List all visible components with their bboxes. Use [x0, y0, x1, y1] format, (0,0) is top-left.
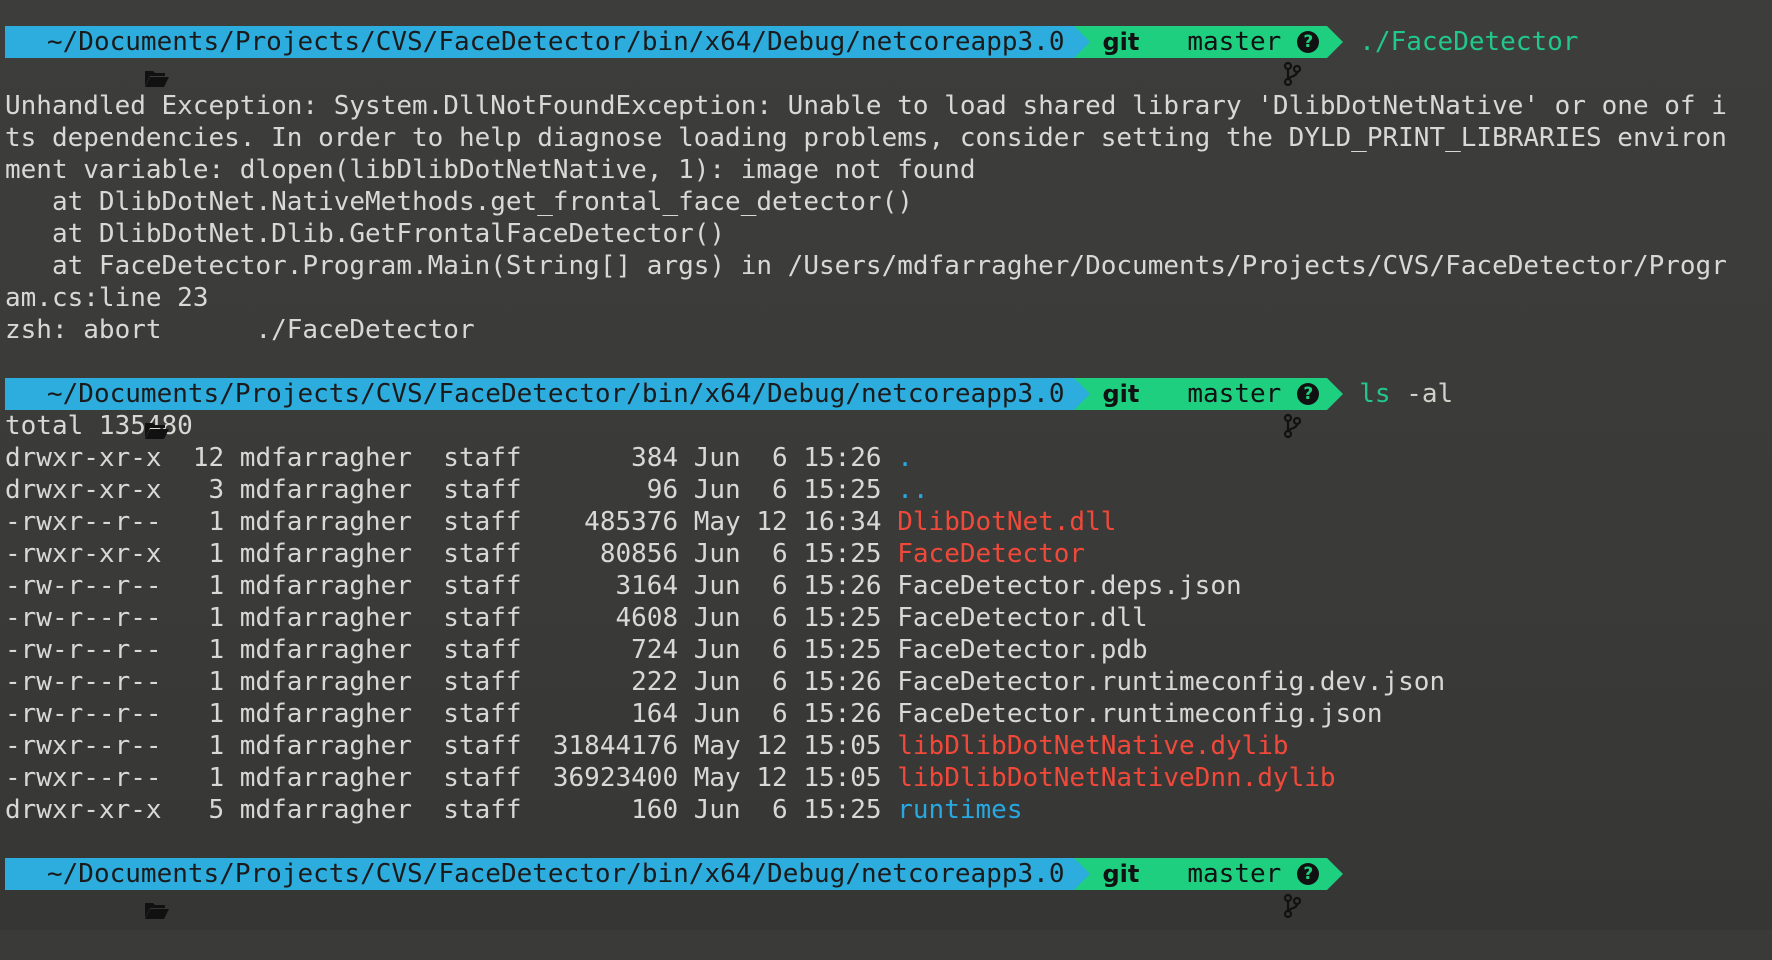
ls-row-filename: FaceDetector: [897, 539, 1086, 569]
error-line: ts dependencies. In order to help diagno…: [5, 123, 1727, 153]
ls-row: -rw-r--r-- 1 mdfarragher staff 4608 Jun …: [0, 602, 1772, 634]
git-status-icon: ?: [1297, 383, 1320, 405]
ls-row-meta: drwxr-xr-x 3 mdfarragher staff 96 Jun 6 …: [5, 475, 898, 505]
folder-open-icon: [19, 32, 170, 87]
git-label: git: [1102, 380, 1140, 408]
command-text: ./FaceDetector: [1359, 27, 1579, 57]
command-args: -al: [1391, 378, 1454, 410]
ls-row: -rwxr--r-- 1 mdfarragher staff 36923400 …: [0, 762, 1772, 794]
ls-row: -rw-r--r-- 1 mdfarragher staff 724 Jun 6…: [0, 634, 1772, 666]
ls-row-filename: libDlibDotNetNative.dylib: [897, 731, 1289, 761]
branch-name: master: [1187, 379, 1282, 409]
branch-icon: [1157, 861, 1301, 919]
ls-row-meta: -rw-r--r-- 1 mdfarragher staff 3164 Jun …: [5, 571, 898, 601]
prompt-path-segment: ~/Documents/Projects/CVS/FaceDetector/bi…: [5, 858, 1075, 919]
ls-row-meta: drwxr-xr-x 12 mdfarragher staff 384 Jun …: [5, 443, 898, 473]
error-line: at DlibDotNet.NativeMethods.get_frontal_…: [5, 187, 913, 217]
branch-icon: [1157, 29, 1301, 87]
command-name: ls: [1359, 379, 1391, 409]
segment-separator: [1074, 378, 1091, 410]
ls-row-filename: DlibDotNet.dll: [897, 507, 1117, 537]
ls-row-meta: -rw-r--r-- 1 mdfarragher staff 222 Jun 6…: [5, 667, 898, 697]
error-line: zsh: abort ./FaceDetector: [5, 315, 475, 345]
prompt-git-segment: git master ?: [1090, 858, 1328, 919]
ls-row: -rw-r--r-- 1 mdfarragher staff 3164 Jun …: [0, 570, 1772, 602]
error-line: at FaceDetector.Program.Main(String[] ar…: [5, 251, 1727, 281]
segment-separator: [1327, 26, 1344, 58]
command-args-text: -al: [1406, 379, 1454, 409]
ls-row-meta: drwxr-xr-x 5 mdfarragher staff 160 Jun 6…: [5, 795, 898, 825]
prompt-line: ~/Documents/Projects/CVS/FaceDetector/bi…: [0, 26, 1772, 87]
ls-listing: drwxr-xr-x 12 mdfarragher staff 384 Jun …: [0, 442, 1772, 826]
ls-row-meta: -rwxr--r-- 1 mdfarragher staff 36923400 …: [5, 763, 898, 793]
ls-row: drwxr-xr-x 12 mdfarragher staff 384 Jun …: [0, 442, 1772, 474]
ls-row: -rw-r--r-- 1 mdfarragher staff 164 Jun 6…: [0, 698, 1772, 730]
error-line: am.cs:line 23: [5, 283, 209, 313]
error-line: at DlibDotNet.Dlib.GetFrontalFaceDetecto…: [5, 219, 726, 249]
ls-row-filename: FaceDetector.runtimeconfig.json: [897, 699, 1383, 729]
ls-row-filename: .: [897, 443, 913, 473]
error-line: ment variable: dlopen(libDlibDotNetNativ…: [5, 155, 976, 185]
ls-row: drwxr-xr-x 5 mdfarragher staff 160 Jun 6…: [0, 794, 1772, 826]
git-status-icon: ?: [1297, 863, 1320, 885]
prompt-git-segment: git master ?: [1090, 26, 1328, 87]
branch-icon: [1157, 381, 1301, 439]
branch-name: master: [1187, 27, 1282, 57]
folder-open-icon: [19, 864, 170, 919]
segment-separator: [1327, 858, 1344, 890]
ls-row-filename: FaceDetector.deps.json: [897, 571, 1242, 601]
folder-open-icon: [19, 384, 170, 439]
ls-row-filename: FaceDetector.dll: [897, 603, 1148, 633]
ls-row-filename: libDlibDotNetNativeDnn.dylib: [897, 763, 1336, 793]
prompt-path: ~/Documents/Projects/CVS/FaceDetector/bi…: [47, 859, 1065, 889]
prompt-path: ~/Documents/Projects/CVS/FaceDetector/bi…: [47, 27, 1065, 57]
ls-row-meta: -rwxr--r-- 1 mdfarragher staff 485376 Ma…: [5, 507, 898, 537]
ls-row-meta: -rwxr-xr-x 1 mdfarragher staff 80856 Jun…: [5, 539, 898, 569]
branch-name: master: [1187, 859, 1282, 889]
ls-row-filename: runtimes: [897, 795, 1023, 825]
terminal-window[interactable]: ~/Documents/Projects/CVS/FaceDetector/bi…: [0, 0, 1772, 930]
ls-total: total 135480: [5, 411, 193, 441]
segment-separator: [1327, 378, 1344, 410]
ls-row-meta: -rw-r--r-- 1 mdfarragher staff 4608 Jun …: [5, 603, 898, 633]
prompt-git-segment: git master ?: [1090, 378, 1328, 439]
ls-row-filename: ..: [897, 475, 929, 505]
git-label: git: [1102, 28, 1140, 56]
prompt-path-segment: ~/Documents/Projects/CVS/FaceDetector/bi…: [5, 26, 1075, 87]
prompt-line[interactable]: ~/Documents/Projects/CVS/FaceDetector/bi…: [0, 858, 1772, 919]
ls-row-meta: -rwxr--r-- 1 mdfarragher staff 31844176 …: [5, 731, 898, 761]
segment-separator: [1074, 858, 1091, 890]
ls-row: drwxr-xr-x 3 mdfarragher staff 96 Jun 6 …: [0, 474, 1772, 506]
git-status-icon: ?: [1297, 31, 1320, 53]
prompt-line: ~/Documents/Projects/CVS/FaceDetector/bi…: [0, 378, 1772, 439]
ls-row: -rwxr-xr-x 1 mdfarragher staff 80856 Jun…: [0, 538, 1772, 570]
segment-separator: [1074, 26, 1091, 58]
ls-row: -rw-r--r-- 1 mdfarragher staff 222 Jun 6…: [0, 666, 1772, 698]
error-line: Unhandled Exception: System.DllNotFoundE…: [5, 91, 1727, 121]
prompt-path-segment: ~/Documents/Projects/CVS/FaceDetector/bi…: [5, 378, 1075, 439]
ls-row-meta: -rw-r--r-- 1 mdfarragher staff 724 Jun 6…: [5, 635, 898, 665]
ls-row-meta: -rw-r--r-- 1 mdfarragher staff 164 Jun 6…: [5, 699, 898, 729]
git-label: git: [1102, 860, 1140, 888]
ls-row-filename: FaceDetector.runtimeconfig.dev.json: [897, 667, 1446, 697]
ls-row: -rwxr--r-- 1 mdfarragher staff 485376 Ma…: [0, 506, 1772, 538]
prompt-path: ~/Documents/Projects/CVS/FaceDetector/bi…: [47, 379, 1065, 409]
ls-row-filename: FaceDetector.pdb: [897, 635, 1148, 665]
ls-row: -rwxr--r-- 1 mdfarragher staff 31844176 …: [0, 730, 1772, 762]
error-output: Unhandled Exception: System.DllNotFoundE…: [0, 90, 1772, 346]
